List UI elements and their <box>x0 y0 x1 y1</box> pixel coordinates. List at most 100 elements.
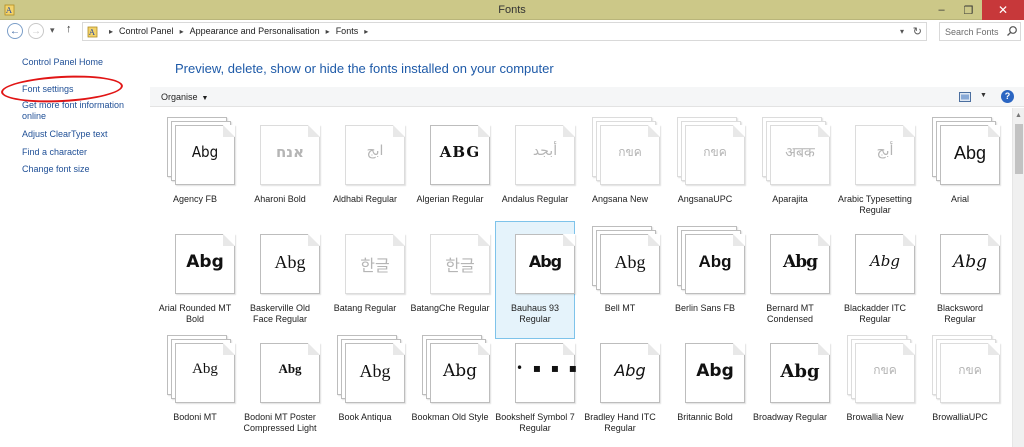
font-preview-icon: अबक <box>770 125 830 185</box>
address-dropdown[interactable]: ▾ <box>900 27 904 36</box>
font-tile-body: 한글 Batang Regular <box>325 221 405 339</box>
font-tile[interactable]: Abg Berlin Sans FB <box>665 221 745 339</box>
font-preview-icon: Abg <box>685 343 745 403</box>
font-name-label: Blacksword Regular <box>936 303 983 324</box>
font-tile[interactable]: Abg Blacksword Regular <box>920 221 1000 339</box>
font-tile[interactable]: אנח Aharoni Bold <box>240 112 320 230</box>
refresh-icon[interactable]: ↻ <box>913 25 922 38</box>
font-name-label: Arial Rounded MT Bold <box>158 303 232 324</box>
font-tile[interactable]: أبجد Andalus Regular <box>495 112 575 230</box>
address-row: ← → ▾ ↑ A ▸ Control Panel ▸ Appearance a… <box>0 20 1024 43</box>
font-preview-icon: • ▪ ▪ ▪ <box>515 343 577 403</box>
font-tile[interactable]: Abg Bradley Hand ITC Regular <box>580 330 660 447</box>
font-tile-body: أبج Arabic Typesetting Regular <box>835 112 915 230</box>
back-button[interactable]: ← <box>7 23 23 39</box>
font-sample-text: ابج <box>366 143 384 159</box>
breadcrumb-appearance[interactable]: Appearance and Personalisation <box>190 26 320 36</box>
font-tile[interactable]: กขค Angsana New <box>580 112 660 230</box>
find-character-link[interactable]: Find a character <box>22 147 87 158</box>
font-tile[interactable]: Abg Arial Rounded MT Bold <box>155 221 235 339</box>
font-tile[interactable]: Abg Agency FB <box>155 112 235 230</box>
cleartype-link[interactable]: Adjust ClearType text <box>22 129 108 140</box>
font-name-label: Bernard MT Condensed <box>766 303 814 324</box>
command-bar: Organise ▼ ▼ ? <box>150 87 1024 107</box>
font-tile[interactable]: 한글 Batang Regular <box>325 221 405 339</box>
font-preview-icon: Abg <box>175 125 235 185</box>
font-preview-icon: Abg <box>175 343 235 403</box>
font-tile[interactable]: Abg Book Antiqua <box>325 330 405 447</box>
font-preview-icon: Abg <box>600 234 660 294</box>
breadcrumb-control-panel[interactable]: Control Panel <box>119 26 174 36</box>
font-tile[interactable]: أبج Arabic Typesetting Regular <box>835 112 915 230</box>
search-icon[interactable] <box>1006 25 1018 37</box>
font-tile[interactable]: Abg Arial <box>920 112 1000 230</box>
font-tile[interactable]: अबक Aparajita <box>750 112 830 230</box>
font-name-label: Algerian Regular <box>416 194 484 204</box>
font-tile[interactable]: ابج Aldhabi Regular <box>325 112 405 230</box>
font-sample-text: Abg <box>780 361 820 382</box>
font-preview-icon: אנח <box>260 125 320 185</box>
font-tile[interactable]: กขค BrowalliaUPC <box>920 330 1000 447</box>
chevron-down-icon: ▼ <box>201 95 209 102</box>
font-tile[interactable]: • ▪ ▪ ▪ Bookshelf Symbol 7 Regular <box>495 330 577 447</box>
change-font-size-link[interactable]: Change font size <box>22 164 90 175</box>
font-tile[interactable]: Abg Bell MT <box>580 221 660 339</box>
search-input[interactable]: Search Fonts <box>939 22 1021 41</box>
font-sample-text: Abg <box>614 252 646 272</box>
organise-label: Organise <box>161 92 198 102</box>
font-tile[interactable]: Abg Bauhaus 93 Regular <box>495 221 575 339</box>
breadcrumb-fonts[interactable]: Fonts <box>336 26 359 36</box>
font-preview-icon: أبج <box>855 125 915 185</box>
font-tile-body: Abg Agency FB <box>155 112 235 230</box>
change-view-icon[interactable] <box>959 92 971 102</box>
font-tile-body: Abg Bauhaus 93 Regular <box>495 221 575 339</box>
breadcrumb-separator: ▸ <box>109 26 114 36</box>
control-panel-home-link[interactable]: Control Panel Home <box>22 57 103 68</box>
font-preview-icon: Abg <box>770 343 830 403</box>
font-tile-body: अबक Aparajita <box>750 112 830 230</box>
font-tile[interactable]: 한글 BatangChe Regular <box>410 221 490 339</box>
font-tile[interactable]: Abg Baskerville Old Face Regular <box>240 221 320 339</box>
restore-button[interactable]: ❐ <box>955 0 982 20</box>
recent-locations-dropdown[interactable]: ▾ <box>50 25 55 36</box>
font-name-label: Bodoni MT Poster Compressed Light <box>243 412 317 433</box>
breadcrumb: ▸ Control Panel ▸ Appearance and Persona… <box>103 26 374 36</box>
font-tile[interactable]: Abg Bernard MT Condensed <box>750 221 830 339</box>
font-preview-icon: Abg <box>175 234 235 294</box>
scroll-up-arrow[interactable]: ▲ <box>1015 112 1022 119</box>
breadcrumb-separator: ▸ <box>179 26 184 36</box>
font-name-label: Aparajita <box>772 194 808 204</box>
fonts-window: A Fonts – ❐ ✕ ← → ▾ ↑ A ▸ Control Panel … <box>0 0 1024 447</box>
font-tile[interactable]: Abg Bodoni MT Poster Compressed Light <box>240 330 320 447</box>
font-sample-text: Abg <box>278 361 302 376</box>
breadcrumb-separator: ▸ <box>325 26 330 36</box>
font-tile[interactable]: Abg Britannic Bold <box>665 330 745 447</box>
font-sample-text: กขค <box>618 145 642 159</box>
font-tile[interactable]: Abg Bookman Old Style <box>410 330 490 447</box>
font-tile[interactable]: ABG Algerian Regular <box>410 112 490 230</box>
font-tile[interactable]: Abg Blackadder ITC Regular <box>835 221 915 339</box>
close-button[interactable]: ✕ <box>982 0 1024 20</box>
font-sample-text: Abg <box>696 361 734 381</box>
minimize-button[interactable]: – <box>928 0 955 20</box>
font-name-label: BrowalliaUPC <box>932 412 988 422</box>
font-tile[interactable]: Abg Broadway Regular <box>750 330 830 447</box>
font-tile[interactable]: กขค AngsanaUPC <box>665 112 745 230</box>
help-icon[interactable]: ? <box>1001 90 1014 103</box>
more-font-info-link[interactable]: Get more font information online <box>22 100 140 122</box>
title-bar: A Fonts – ❐ ✕ <box>0 0 1024 20</box>
font-sample-text: Abg <box>192 361 218 377</box>
address-bar[interactable]: A ▸ Control Panel ▸ Appearance and Perso… <box>82 22 927 41</box>
up-button[interactable]: ↑ <box>66 23 72 35</box>
font-preview-icon: Abg <box>515 234 575 294</box>
font-tile[interactable]: Abg Bodoni MT <box>155 330 235 447</box>
view-dropdown[interactable]: ▼ <box>980 92 987 99</box>
forward-button[interactable]: → <box>28 23 44 39</box>
scroll-thumb[interactable] <box>1015 124 1023 174</box>
vertical-scrollbar[interactable]: ▲ <box>1012 108 1024 447</box>
font-tile[interactable]: กขค Browallia New <box>835 330 915 447</box>
font-name-label: Andalus Regular <box>501 194 569 204</box>
font-tile-body: ABG Algerian Regular <box>410 112 490 230</box>
organise-button[interactable]: Organise ▼ <box>161 92 208 102</box>
font-sample-text: กขค <box>873 363 897 377</box>
